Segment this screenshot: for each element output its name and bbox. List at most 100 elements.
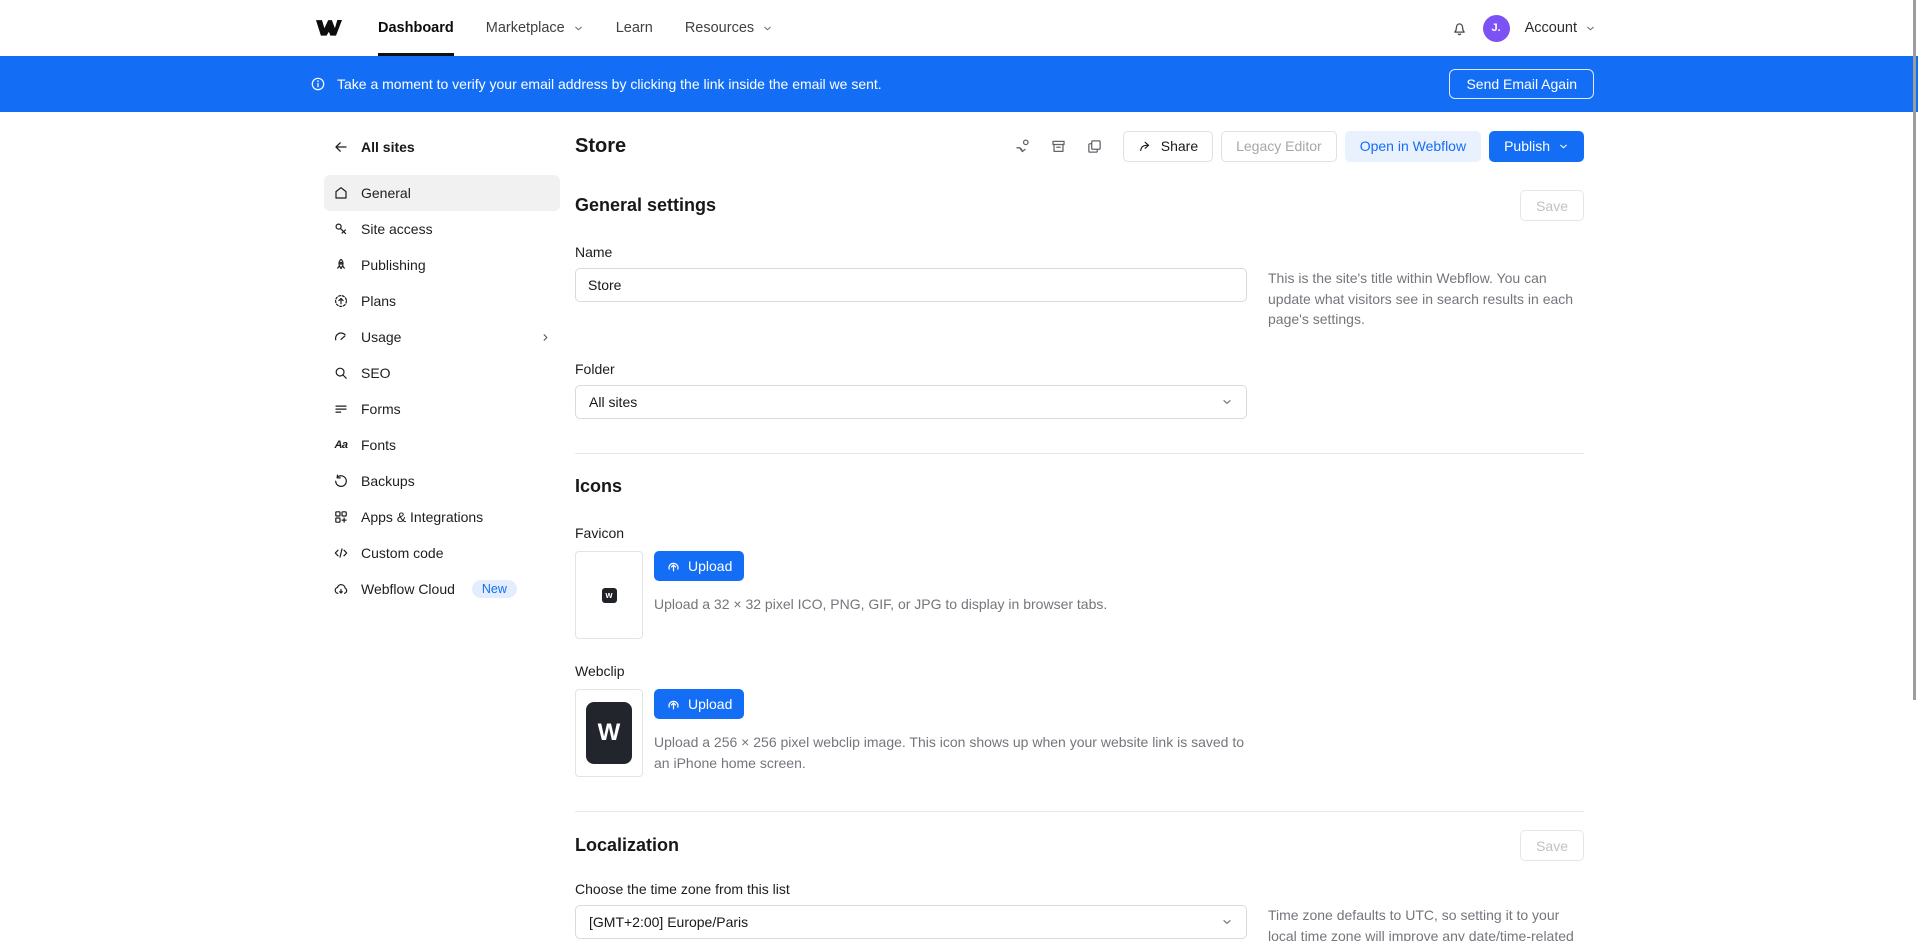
folder-select[interactable]: All sites [575,385,1247,419]
favicon-preview[interactable]: w [575,551,643,639]
share-label: Share [1161,138,1198,154]
sidebar-item-usage[interactable]: Usage [324,319,560,355]
nav-tab-label: Marketplace [486,20,565,36]
icons-heading: Icons [575,476,1584,497]
folder-label: Folder [575,361,1584,377]
settings-sidebar: All sites General Site access Publishing… [324,112,560,607]
webclip-preview[interactable]: W [575,689,643,777]
notifications-bell-icon[interactable] [1451,20,1468,37]
sidebar-item-label: Forms [361,401,401,417]
nav-tab-marketplace[interactable]: Marketplace [470,0,600,56]
sidebar-item-label: Site access [361,221,433,237]
apps-grid-icon [333,509,349,525]
sidebar-item-label: Backups [361,473,415,489]
section-heading: General settings [575,195,716,216]
share-arrow-icon [1138,139,1153,154]
general-settings-header: General settings Save [575,190,1584,221]
user-avatar[interactable]: J. [1483,15,1510,42]
duplicate-site-icon[interactable] [1081,132,1109,160]
sidebar-item-fonts[interactable]: Aa Fonts [324,427,560,463]
sidebar-item-site-access[interactable]: Site access [324,211,560,247]
chevron-down-icon [573,23,584,34]
email-verification-banner: Take a moment to verify your email addre… [0,56,1918,112]
back-to-all-sites[interactable]: All sites [324,133,560,161]
sidebar-item-label: General [361,185,411,201]
localization-header: Localization Save [575,830,1584,861]
sidebar-item-webflow-cloud[interactable]: Webflow Cloud New [324,571,560,607]
code-icon [333,545,349,561]
name-help-text: This is the site's title within Webflow.… [1268,268,1584,330]
arrow-left-icon [333,139,349,155]
timezone-label: Choose the time zone from this list [575,881,1584,897]
info-icon [310,76,326,92]
send-email-again-button[interactable]: Send Email Again [1449,69,1594,99]
sidebar-item-forms[interactable]: Forms [324,391,560,427]
sidebar-item-general[interactable]: General [324,175,560,211]
page-title: Store [575,135,626,158]
save-button[interactable]: Save [1520,190,1584,221]
nav-tab-resources[interactable]: Resources [669,0,789,56]
cloud-icon [333,581,349,597]
chevron-right-icon [540,332,551,343]
sidebar-item-label: Apps & Integrations [361,509,483,525]
site-header: Store Share Legacy Editor Open in Webflo… [575,130,1584,162]
back-label: All sites [361,139,415,155]
sidebar-item-seo[interactable]: SEO [324,355,560,391]
folder-value: All sites [589,394,637,410]
Aa-icon: Aa [333,437,349,453]
share-button[interactable]: Share [1123,131,1213,162]
key-icon [333,221,349,237]
upload-cloud-icon [666,697,681,712]
sidebar-item-label: Webflow Cloud [361,581,455,597]
site-name-input[interactable] [575,268,1247,302]
webclip-label: Webclip [575,663,1584,679]
webflow-logo-icon[interactable] [316,20,342,36]
nav-right-group: J. Account [1451,15,1596,42]
sidebar-item-label: Publishing [361,257,426,273]
chevron-down-icon [1221,396,1233,408]
legacy-editor-button[interactable]: Legacy Editor [1221,131,1337,162]
vertical-scrollbar[interactable] [1913,0,1916,700]
section-divider [575,453,1584,454]
upload-cloud-icon [666,559,681,574]
name-label: Name [575,244,1584,260]
sidebar-item-publishing[interactable]: Publishing [324,247,560,283]
rocket-icon [333,257,349,273]
upload-label: Upload [688,558,732,574]
lines-icon [333,401,349,417]
home-icon [333,185,349,201]
restore-icon [333,473,349,489]
nav-tab-label: Resources [685,20,754,36]
chevron-down-icon [1221,916,1233,928]
top-nav: Dashboard Marketplace Learn Resources J.… [0,0,1918,56]
account-menu[interactable]: Account [1525,20,1596,36]
favicon-upload-button[interactable]: Upload [654,551,744,581]
sidebar-item-custom-code[interactable]: Custom code [324,535,560,571]
upgrade-circle-icon [333,293,349,309]
open-in-webflow-button[interactable]: Open in Webflow [1345,131,1481,162]
sidebar-item-label: Plans [361,293,396,309]
nav-tab-dashboard[interactable]: Dashboard [362,0,470,56]
search-icon [333,365,349,381]
archive-site-icon[interactable] [1045,132,1073,160]
webclip-upload-button[interactable]: Upload [654,689,744,719]
favicon-help-text: Upload a 32 × 32 pixel ICO, PNG, GIF, or… [654,594,1107,615]
sidebar-item-plans[interactable]: Plans [324,283,560,319]
sidebar-item-backups[interactable]: Backups [324,463,560,499]
publish-button[interactable]: Publish [1489,131,1584,162]
banner-message: Take a moment to verify your email addre… [337,76,882,92]
chevron-down-icon [1585,23,1596,34]
save-button[interactable]: Save [1520,830,1584,861]
favicon-label: Favicon [575,525,1584,541]
timezone-select[interactable]: [GMT+2:00] Europe/Paris [575,905,1247,939]
nav-tab-learn[interactable]: Learn [600,0,669,56]
webclip-help-text: Upload a 256 × 256 pixel webclip image. … [654,732,1254,773]
timezone-help-text: Time zone defaults to UTC, so setting it… [1268,905,1584,941]
sidebar-item-label: SEO [361,365,391,381]
sidebar-item-label: Fonts [361,437,396,453]
sidebar-item-apps-integrations[interactable]: Apps & Integrations [324,499,560,535]
section-divider [575,811,1584,812]
transfer-site-icon[interactable] [1009,132,1037,160]
page-body: All sites General Site access Publishing… [0,112,1918,941]
account-label: Account [1525,20,1577,36]
